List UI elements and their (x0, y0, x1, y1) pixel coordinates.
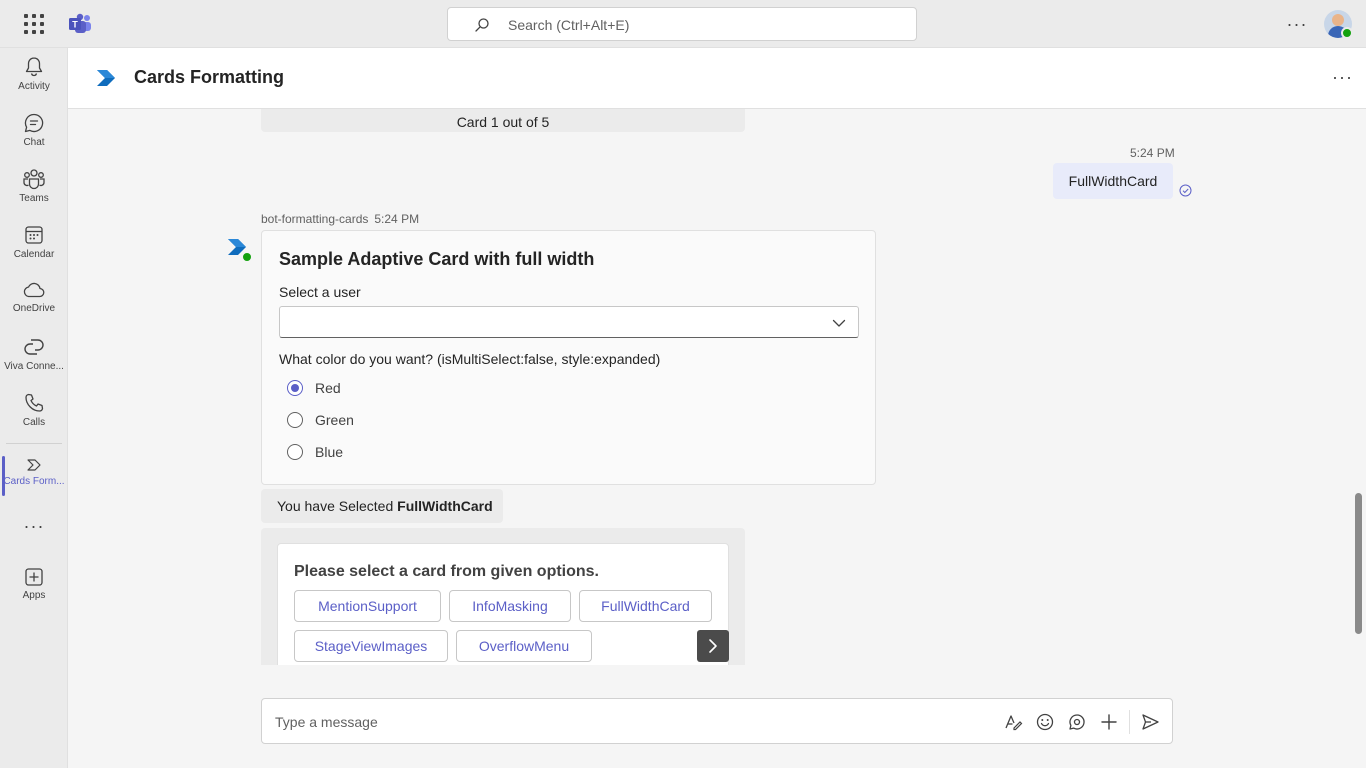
card-counter-text: Card 1 out of 5 (456, 114, 550, 130)
svg-text:T: T (72, 20, 78, 30)
info-masking-button[interactable]: InfoMasking (449, 590, 571, 622)
radio-label: Red (315, 380, 341, 396)
radio-button[interactable] (287, 444, 303, 460)
format-icon[interactable] (1003, 712, 1023, 732)
more-apps-button[interactable]: ··· (0, 516, 68, 540)
search-input[interactable]: Search (Ctrl+Alt+E) (447, 7, 917, 41)
search-icon (475, 18, 489, 32)
options-card-title: Please select a card from given options. (294, 563, 599, 580)
stage-view-images-button[interactable]: StageViewImages (294, 630, 448, 662)
selection-value: FullWidthCard (397, 498, 493, 514)
rail-divider (6, 443, 62, 444)
teams-icon (23, 169, 45, 190)
search-placeholder: Search (Ctrl+Alt+E) (508, 17, 630, 33)
options-card: Please select a card from given options.… (277, 543, 729, 665)
app-header: Cards Formatting ··· (68, 48, 1366, 109)
radio-option-green[interactable]: Green (279, 408, 479, 432)
message-input[interactable]: Type a message (275, 714, 378, 730)
rail-item-calls[interactable]: Calls (0, 392, 68, 444)
teams-logo-icon: T (69, 13, 91, 33)
full-width-card-button[interactable]: FullWidthCard (579, 590, 712, 622)
bell-icon (25, 57, 43, 77)
rail-item-apps[interactable]: Apps (0, 567, 68, 619)
cards-app-logo-icon (97, 70, 115, 86)
previous-card-footer: Card 1 out of 5 (261, 109, 745, 132)
chevron-down-icon (832, 319, 846, 327)
loop-compose-icon[interactable] (1067, 712, 1087, 732)
app-rail: Activity Chat Teams Calendar OneDrive Vi… (0, 48, 68, 768)
rail-item-chat[interactable]: Chat (0, 112, 68, 164)
more-icon: ··· (23, 516, 45, 536)
rail-label: Chat (23, 137, 45, 148)
rail-item-activity[interactable]: Activity (0, 56, 68, 108)
viva-icon (24, 339, 44, 355)
scrollbar-thumb[interactable] (1355, 493, 1362, 634)
bot-name: bot-formatting-cards (261, 212, 369, 226)
radio-button[interactable] (287, 412, 303, 428)
top-bar: T Search (Ctrl+Alt+E) ··· (0, 0, 1366, 48)
my-message-text: FullWidthCard (1068, 173, 1158, 189)
selection-message: You have Selected FullWidthCard (261, 489, 503, 523)
card-carousel: Please select a card from given options.… (261, 528, 745, 665)
selection-prefix: You have Selected (277, 498, 398, 514)
rail-label: Cards Form... (3, 476, 65, 487)
page-title: Cards Formatting (134, 67, 285, 87)
rail-item-cards-formatting[interactable]: Cards Form... (0, 454, 68, 506)
cloud-icon (23, 282, 45, 298)
presence-available-icon (1341, 27, 1353, 39)
card-title: Sample Adaptive Card with full width (279, 249, 595, 269)
rail-item-viva-connections[interactable]: Viva Conne... (0, 336, 68, 388)
select-user-label: Select a user (279, 284, 361, 300)
adaptive-card: Sample Adaptive Card with full width Sel… (261, 230, 876, 485)
sent-check-icon (1179, 184, 1192, 197)
compose-divider (1129, 710, 1130, 734)
bot-message-time: 5:24 PM (374, 212, 420, 226)
calendar-icon (25, 226, 43, 244)
my-message-bubble[interactable]: FullWidthCard (1053, 163, 1173, 199)
rail-label: Calendar (13, 249, 55, 260)
radio-label: Green (315, 412, 354, 428)
emoji-icon[interactable] (1035, 712, 1055, 732)
chat-icon (24, 113, 44, 133)
app-launcher-icon[interactable] (22, 12, 46, 36)
radio-option-blue[interactable]: Blue (279, 440, 479, 464)
my-message-time: 5:24 PM (1130, 146, 1175, 160)
phone-icon (25, 393, 44, 412)
rail-label: OneDrive (12, 303, 56, 314)
radio-label: Blue (315, 444, 344, 460)
mention-support-button[interactable]: MentionSupport (294, 590, 441, 622)
color-question-label: What color do you want? (isMultiSelect:f… (279, 351, 661, 367)
cards-app-icon (27, 459, 41, 471)
compose-box[interactable]: Type a message (261, 698, 1173, 744)
rail-item-calendar[interactable]: Calendar (0, 224, 68, 276)
plus-icon[interactable] (1099, 712, 1119, 732)
add-apps-icon (25, 568, 43, 586)
send-icon[interactable] (1140, 712, 1160, 732)
chevron-right-icon (709, 639, 717, 653)
conversation-pane: Card 1 out of 5 5:24 PM FullWidthCard bo… (68, 109, 1366, 665)
radio-option-red[interactable]: Red (279, 376, 479, 400)
carousel-next-button[interactable] (697, 630, 729, 662)
rail-label: Viva Conne... (4, 361, 64, 372)
rail-item-teams[interactable]: Teams (0, 168, 68, 220)
rail-item-onedrive[interactable]: OneDrive (0, 280, 68, 332)
rail-label: Apps (22, 590, 46, 601)
header-more-button[interactable]: ··· (1332, 67, 1353, 88)
radio-button[interactable] (287, 380, 303, 396)
rail-label: Teams (19, 193, 49, 204)
rail-label: Calls (22, 417, 46, 428)
bot-message-header: bot-formatting-cards 5:24 PM (261, 212, 419, 226)
user-select-dropdown[interactable] (279, 306, 859, 338)
rail-label: Activity (18, 81, 50, 92)
bot-presence-icon (241, 251, 253, 263)
overflow-menu-button[interactable]: OverflowMenu (456, 630, 592, 662)
settings-more-button[interactable]: ··· (1286, 14, 1308, 34)
